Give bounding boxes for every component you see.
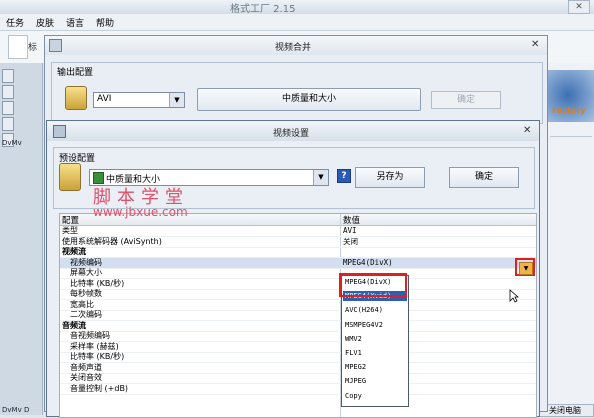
grid-row[interactable]: 比特率 (KB/秒) — [60, 279, 536, 290]
codec-option[interactable]: WMV2 — [343, 334, 407, 344]
save-as-button[interactable]: 另存为 — [355, 167, 425, 188]
grid-row[interactable]: 宽高比 — [60, 300, 536, 311]
video-settings-icon — [53, 125, 66, 138]
grid-row-name: 音视频编码 — [70, 331, 110, 340]
avi-format-icon — [59, 163, 81, 191]
merge-close-button[interactable]: ✕ — [531, 39, 539, 50]
help-icon[interactable]: ? — [337, 169, 351, 183]
grid-row-name: 音频声道 — [70, 362, 102, 372]
bottom-left-text: DvMv D — [2, 406, 30, 414]
output-config-label: 输出配置 — [55, 65, 96, 78]
grid-row[interactable]: 使用系统解码器 (AviSynth) 关闭 — [60, 237, 536, 248]
grid-row[interactable]: 类型 AVI — [60, 226, 536, 237]
grid-row-name: 比特率 (KB/秒) — [70, 352, 125, 361]
merge-confirm-button[interactable]: 确定 — [431, 91, 501, 109]
format-select-value: AVI — [97, 94, 112, 104]
app-titlebar — [0, 0, 594, 14]
codec-option[interactable]: Copy — [343, 391, 407, 401]
left-panel-text: DvMv — [2, 139, 22, 147]
brand-text: Factory — [552, 106, 586, 115]
left-panel-audio-icon[interactable] — [2, 85, 14, 99]
grid-row-value: MPEG4(DivX) — [343, 257, 393, 267]
grid-row[interactable]: 音频声道2 — [60, 363, 536, 374]
grid-row[interactable]: 音量控制 (+dB)0 dB — [60, 384, 536, 395]
grid-header-value: 数值 — [343, 216, 361, 226]
chevron-down-icon[interactable]: ▼ — [313, 170, 328, 185]
grid-row-name: 屏幕大小 — [70, 268, 102, 277]
grid-row-name: 每秒帧数 — [70, 289, 102, 298]
grid-row-name: 比特率 (KB/秒) — [70, 278, 125, 288]
format-select[interactable]: AVI ▼ — [93, 92, 185, 108]
video-settings-dialog: 视频设置 ✕ 预设配置 中质量和大小 ▼ ? 另存为 确定 配置 数值 类型 AV… — [46, 120, 540, 418]
grid-row[interactable]: 音视频编码 — [60, 331, 536, 342]
grid-row-name: 音量控制 (+dB) — [70, 383, 129, 393]
app-title: 格式工厂 2.15 — [230, 4, 296, 15]
codec-option[interactable]: MJPEG — [343, 376, 407, 386]
left-panel-rom-icon[interactable] — [2, 117, 14, 131]
menu-language[interactable]: 语言 — [66, 16, 84, 29]
mouse-cursor-icon — [509, 289, 519, 303]
watermark-url: www.jbxue.com — [93, 205, 188, 219]
grid-row-name: 使用系统解码器 (AviSynth) — [62, 236, 162, 246]
grid-row[interactable]: 比特率 (KB/秒)128 — [60, 352, 536, 363]
grid-row-name: 视频编码 — [70, 257, 102, 267]
left-panel — [0, 63, 43, 415]
property-grid: 配置 数值 类型 AVI 使用系统解码器 (AviSynth) 关闭视频流 视频编码 MP… — [59, 213, 537, 418]
grid-row-name: 关闭音效 — [70, 373, 102, 382]
grid-row-name: 类型 — [62, 226, 78, 235]
grid-row-name: 采样率 (赫兹) — [70, 341, 119, 351]
codec-dropdown-button[interactable]: ▼ — [519, 262, 533, 275]
chevron-down-icon[interactable]: ▼ — [169, 93, 184, 107]
merge-dialog-icon — [49, 39, 62, 52]
grid-row-value: 关闭 — [343, 236, 358, 246]
merge-dialog-title: 视频合并 — [275, 43, 312, 53]
highlight-box-options — [339, 273, 407, 297]
ok-button[interactable]: 确定 — [449, 167, 519, 188]
codec-option[interactable]: AVC(H264) — [343, 305, 407, 315]
left-panel-image-icon[interactable] — [2, 101, 14, 115]
grid-row-name: 音频流 — [62, 320, 86, 330]
app-close-button[interactable]: ✕ — [568, 0, 590, 14]
document-icon[interactable] — [8, 35, 28, 59]
menu-task[interactable]: 任务 — [6, 16, 24, 29]
grid-row-name: 宽高比 — [70, 299, 94, 309]
grid-row-value: AVI — [343, 226, 357, 235]
toolbar-label: 标 — [28, 43, 38, 53]
grid-category-row[interactable]: 视频流 — [60, 247, 536, 258]
app-menubar: 任务 皮肤 语言 帮助 — [0, 14, 594, 31]
grid-row[interactable]: 采样率 (赫兹)44100 — [60, 342, 536, 353]
grid-category-row[interactable]: 音频流 — [60, 321, 536, 332]
grid-row[interactable]: 每秒帧数 — [60, 289, 536, 300]
menu-skin[interactable]: 皮肤 — [36, 16, 54, 29]
quality-preset-button[interactable]: 中质量和大小 — [197, 88, 421, 111]
grid-row[interactable]: 屏幕大小 — [60, 268, 536, 279]
grid-row-name: 二次编码 — [70, 310, 102, 319]
video-settings-title: 视频设置 — [273, 129, 310, 139]
right-panel-row — [550, 126, 592, 137]
avi-format-icon — [65, 86, 87, 110]
grid-row[interactable]: 视频编码 MPEG4(DivX) — [60, 257, 536, 269]
video-settings-close-button[interactable]: ✕ — [523, 125, 531, 136]
left-panel-video-icon[interactable] — [2, 69, 14, 83]
grid-row[interactable]: 二次编码 — [60, 310, 536, 321]
grid-header-name: 配置 — [62, 216, 80, 226]
codec-option[interactable]: MSMPEG4V2 — [343, 320, 407, 330]
grid-row-name: 视频流 — [62, 247, 86, 256]
menu-help[interactable]: 帮助 — [96, 16, 114, 29]
codec-option[interactable]: FLV1 — [343, 348, 407, 358]
codec-option[interactable]: MPEG2 — [343, 362, 407, 372]
grid-row[interactable]: 关闭音效否 — [60, 373, 536, 384]
